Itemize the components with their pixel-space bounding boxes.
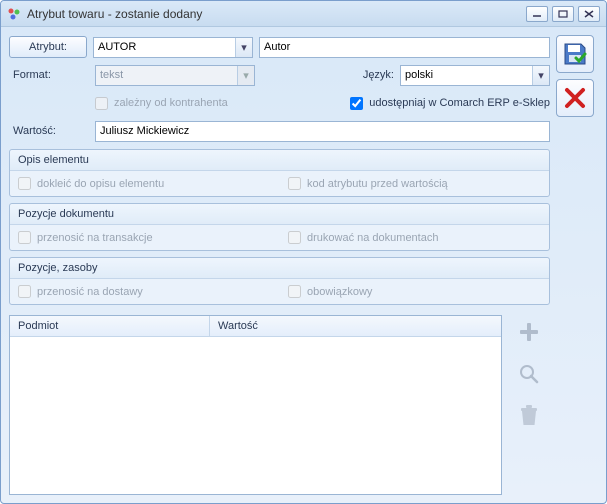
delete-row-button[interactable] xyxy=(512,399,546,433)
table-header: Podmiot Wartość xyxy=(10,316,501,337)
attribute-button[interactable]: Atrybut: xyxy=(9,36,87,58)
chevron-down-icon: ▾ xyxy=(532,66,549,85)
save-button[interactable] xyxy=(556,35,594,73)
action-sidebar xyxy=(556,35,598,495)
attribute-combo-value: AUTOR xyxy=(98,41,136,53)
magnifier-icon xyxy=(517,362,541,386)
cancel-button[interactable] xyxy=(556,79,594,117)
entity-table[interactable]: Podmiot Wartość xyxy=(9,315,502,495)
group-pozycje: Pozycje dokumentu przenosić na transakcj… xyxy=(9,203,550,251)
close-button[interactable] xyxy=(578,6,600,22)
poz-print-checkbox: drukować na dokumentach xyxy=(288,231,438,244)
eshop-checkbox-input[interactable] xyxy=(350,97,363,110)
dependent-checkbox-label: zależny od kontrahenta xyxy=(114,97,228,109)
col-wartosc[interactable]: Wartość xyxy=(210,316,501,336)
opis-code-checkbox: kod atrybutu przed wartością xyxy=(288,177,448,190)
window: Atrybut towaru - zostanie dodany Atrybut… xyxy=(0,0,607,504)
group-opis-title: Opis elementu xyxy=(10,150,549,171)
eshop-checkbox-label: udostępniaj w Comarch ERP e-Sklep xyxy=(369,97,550,109)
save-icon xyxy=(562,41,588,67)
eshop-checkbox[interactable]: udostępniaj w Comarch ERP e-Sklep xyxy=(350,97,550,110)
language-combo-value: polski xyxy=(405,69,433,81)
maximize-button[interactable] xyxy=(552,6,574,22)
value-input[interactable]: Juliusz Mickiewicz xyxy=(95,121,550,142)
titlebar: Atrybut towaru - zostanie dodany xyxy=(1,1,606,27)
group-pozycje-title: Pozycje dokumentu xyxy=(10,204,549,225)
value-text: Juliusz Mickiewicz xyxy=(100,125,189,137)
table-area: Podmiot Wartość xyxy=(9,315,550,495)
window-title: Atrybut towaru - zostanie dodany xyxy=(27,7,522,21)
group-opis: Opis elementu dokleić do opisu elementu … xyxy=(9,149,550,197)
chevron-down-icon: ▾ xyxy=(235,38,252,57)
col-podmiot[interactable]: Podmiot xyxy=(10,316,210,336)
zas-required-checkbox: obowiązkowy xyxy=(288,285,372,298)
format-combo-value: tekst xyxy=(100,69,123,81)
zas-delivery-checkbox: przenosić na dostawy xyxy=(18,285,248,298)
value-label: Wartość: xyxy=(9,125,89,137)
trash-icon xyxy=(518,404,540,428)
minimize-button[interactable] xyxy=(526,6,548,22)
attribute-name-input[interactable]: Autor xyxy=(259,37,550,58)
attribute-name-value: Autor xyxy=(264,41,290,53)
poz-transfer-checkbox: przenosić na transakcje xyxy=(18,231,248,244)
format-combo: tekst ▾ xyxy=(95,65,255,86)
search-row-button[interactable] xyxy=(512,357,546,391)
chevron-down-icon: ▾ xyxy=(237,66,254,85)
add-row-button[interactable] xyxy=(512,315,546,349)
attribute-combo[interactable]: AUTOR ▾ xyxy=(93,37,253,58)
app-icon xyxy=(7,7,21,21)
close-icon xyxy=(564,87,586,109)
form-area: Atrybut: AUTOR ▾ Autor Format: tekst ▾ J… xyxy=(9,35,550,495)
dependent-checkbox: zależny od kontrahenta xyxy=(95,97,228,110)
language-combo[interactable]: polski ▾ xyxy=(400,65,550,86)
opis-append-checkbox: dokleić do opisu elementu xyxy=(18,177,248,190)
group-zasoby: Pozycje, zasoby przenosić na dostawy obo… xyxy=(9,257,550,305)
table-body[interactable] xyxy=(10,337,501,494)
table-buttons xyxy=(508,315,550,495)
format-label: Format: xyxy=(9,69,89,81)
plus-icon xyxy=(516,319,542,345)
dependent-checkbox-input xyxy=(95,97,108,110)
body: Atrybut: AUTOR ▾ Autor Format: tekst ▾ J… xyxy=(1,27,606,503)
language-label: Język: xyxy=(363,69,394,81)
group-zasoby-title: Pozycje, zasoby xyxy=(10,258,549,279)
